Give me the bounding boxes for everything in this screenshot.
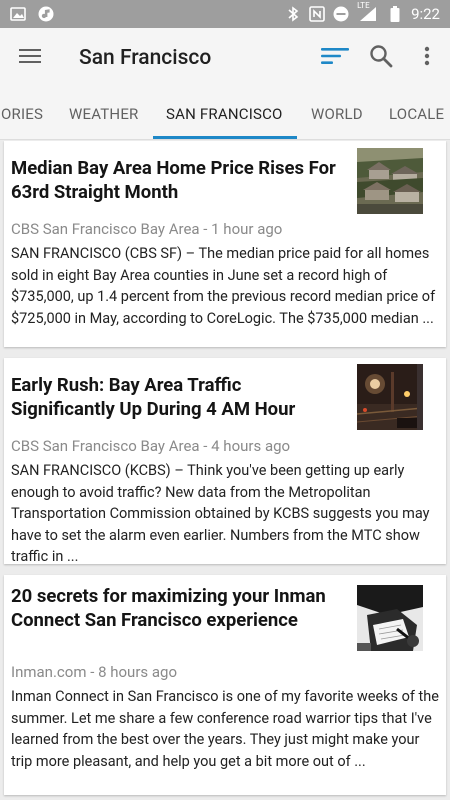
tab-stories[interactable]: ORIES	[1, 88, 43, 140]
article-card[interactable]: 20 secrets for maximizing your Inman Con…	[4, 575, 446, 795]
article-card[interactable]: Median Bay Area Home Price Rises For 63r…	[4, 141, 446, 347]
tab-locale[interactable]: LOCALE	[389, 88, 444, 140]
sort-icon	[321, 47, 349, 69]
app-bar: San Francisco	[0, 28, 450, 88]
tab-bar: ORIES WEATHER SAN FRANCISCO WORLD LOCALE	[0, 88, 450, 140]
tab-world[interactable]: WORLD	[311, 88, 363, 140]
music-notification-icon	[38, 6, 54, 22]
article-thumbnail[interactable]	[357, 585, 423, 651]
search-icon	[369, 44, 393, 72]
more-vert-icon	[424, 46, 430, 70]
active-tab-indicator	[153, 136, 297, 139]
network-label: LTE	[357, 1, 370, 10]
article-feed[interactable]: Median Bay Area Home Price Rises For 63r…	[0, 141, 450, 800]
person-writing-image	[357, 585, 423, 651]
article-snippet[interactable]: SAN FRANCISCO (CBS SF) – The median pric…	[11, 243, 443, 329]
article-title[interactable]: Early Rush: Bay Area Traffic Significant…	[11, 373, 341, 421]
article-source: CBS San Francisco Bay Area	[11, 437, 200, 455]
status-time: 9:22	[411, 5, 440, 23]
article-source: Inman.com	[11, 663, 87, 681]
overflow-menu-button[interactable]	[404, 30, 450, 86]
article-snippet[interactable]: Inman Connect in San Francisco is one of…	[11, 686, 443, 772]
page-title: San Francisco	[79, 46, 212, 70]
article-meta: Inman.com - 8 hours ago	[11, 663, 177, 681]
lte-signal-icon: LTE	[357, 1, 379, 22]
tab-san-francisco[interactable]: SAN FRANCISCO	[166, 88, 283, 140]
battery-icon	[387, 6, 403, 22]
nfc-icon	[309, 6, 325, 22]
image-notification-icon	[10, 6, 26, 22]
article-thumbnail[interactable]	[357, 148, 423, 214]
article-age: 4 hours ago	[211, 437, 291, 455]
article-snippet[interactable]: SAN FRANCISCO (KCBS) – Think you've been…	[11, 460, 443, 568]
do-not-disturb-icon	[333, 6, 349, 22]
article-title[interactable]: 20 secrets for maximizing your Inman Con…	[11, 584, 341, 632]
hamburger-menu-icon	[19, 48, 41, 68]
article-age: 1 hour ago	[211, 220, 283, 238]
article-age: 8 hours ago	[98, 663, 177, 681]
status-bar: LTE 9:22	[0, 0, 450, 28]
meta-separator: -	[86, 663, 99, 681]
article-meta: CBS San Francisco Bay Area - 1 hour ago	[11, 220, 282, 238]
article-thumbnail[interactable]	[356, 364, 424, 430]
night-traffic-image	[356, 364, 424, 430]
houses-photo-image	[357, 148, 423, 214]
search-button[interactable]	[358, 30, 404, 86]
meta-separator: -	[199, 220, 212, 238]
article-title[interactable]: Median Bay Area Home Price Rises For 63r…	[11, 156, 341, 204]
article-card[interactable]: Early Rush: Bay Area Traffic Significant…	[4, 358, 446, 565]
sort-button[interactable]	[312, 30, 358, 86]
bluetooth-icon	[285, 6, 301, 22]
article-source: CBS San Francisco Bay Area	[11, 220, 200, 238]
article-meta: CBS San Francisco Bay Area - 4 hours ago	[11, 437, 290, 455]
tab-weather[interactable]: WEATHER	[69, 88, 139, 140]
menu-button[interactable]	[0, 28, 60, 88]
meta-separator: -	[199, 437, 212, 455]
